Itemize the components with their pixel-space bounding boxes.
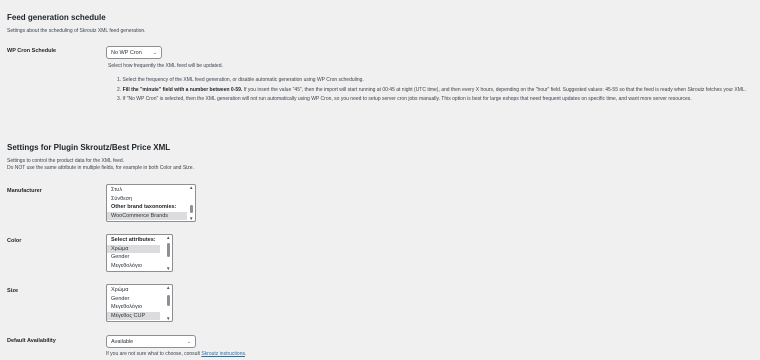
cron-help: Select how frequently the XML feed will … bbox=[108, 63, 223, 69]
cron-select[interactable]: No WP Cron ⌄ bbox=[106, 46, 162, 59]
schedule-intro: Settings about the scheduling of Skroutz… bbox=[7, 28, 146, 34]
availability-help-text: If you are not sure what to choose, cons… bbox=[106, 351, 202, 357]
scroll-down-icon[interactable]: ▼ bbox=[166, 316, 170, 321]
scroll-thumb[interactable] bbox=[190, 205, 193, 213]
availability-help: If you are not sure what to choose, cons… bbox=[106, 351, 246, 358]
cron-steps: 1. Select the frequency of the XML feed … bbox=[117, 77, 757, 103]
size-option-selected[interactable]: Μέγεθος CUP bbox=[107, 311, 160, 320]
skroutz-instructions-link[interactable]: Skroutz instructions bbox=[201, 351, 245, 357]
step-2-number: 2. bbox=[117, 86, 122, 93]
color-option[interactable]: Μεγεθολόγιο bbox=[107, 262, 172, 271]
step-3: 3. If "No WP Cron" is selected, then the… bbox=[117, 96, 692, 102]
color-scrollbar[interactable]: ▲ ▼ bbox=[165, 235, 172, 271]
size-option[interactable]: Μεγεθολόγιο bbox=[107, 303, 172, 312]
size-listbox[interactable]: Χρώμα Gender Μεγεθολόγιο Μέγεθος CUP ▲ ▼ bbox=[106, 284, 173, 322]
step-2-text: If you insert the value "45", then the i… bbox=[242, 86, 747, 93]
scroll-up-icon[interactable]: ▲ bbox=[166, 285, 170, 290]
scroll-up-icon[interactable]: ▲ bbox=[166, 235, 170, 240]
plugin-heading: Settings for Plugin Skroutz/Best Price X… bbox=[7, 143, 171, 152]
scroll-thumb[interactable] bbox=[167, 295, 170, 306]
color-label: Color bbox=[7, 238, 22, 244]
scroll-down-icon[interactable]: ▼ bbox=[189, 216, 193, 221]
size-scrollbar[interactable]: ▲ ▼ bbox=[165, 285, 172, 321]
chevron-down-icon: ⌄ bbox=[152, 49, 157, 56]
schedule-heading: Feed generation schedule bbox=[7, 13, 106, 22]
cron-select-value: No WP Cron bbox=[111, 49, 142, 56]
color-option-selected[interactable]: Χρώμα bbox=[107, 244, 160, 253]
step-1: 1. Select the frequency of the XML feed … bbox=[117, 77, 364, 83]
settings-page: { "schedule": { "heading": "Feed generat… bbox=[0, 0, 760, 360]
size-option[interactable]: Gender bbox=[107, 295, 172, 304]
availability-select[interactable]: Available ⌄ bbox=[106, 335, 196, 348]
manufacturer-listbox[interactable]: Στυλ Σύνθεση Other brand taxonomies: Woo… bbox=[106, 184, 196, 222]
cron-label: WP Cron Schedule bbox=[7, 48, 57, 54]
scroll-down-icon[interactable]: ▼ bbox=[166, 266, 170, 271]
color-option[interactable]: Gender bbox=[107, 253, 172, 262]
chevron-down-icon: ⌄ bbox=[186, 338, 191, 345]
availability-help-suffix: . bbox=[244, 351, 247, 357]
plugin-intro-2: Do NOT use the same attribute in multipl… bbox=[7, 165, 194, 171]
manufacturer-option[interactable]: Στυλ bbox=[107, 186, 195, 195]
plugin-intro-1: Settings to control the product data for… bbox=[7, 158, 125, 164]
step-2-bold: Fill the "minute" field with a number be… bbox=[122, 86, 243, 93]
manufacturer-option-selected[interactable]: WooCommerce Brands bbox=[107, 211, 187, 220]
scroll-up-icon[interactable]: ▲ bbox=[189, 185, 193, 190]
manufacturer-option[interactable]: Σύνθεση bbox=[107, 195, 195, 204]
manufacturer-optgroup: Other brand taxonomies: bbox=[111, 204, 177, 210]
step-2: 2. Fill the "minute" field with a number… bbox=[117, 87, 757, 94]
scroll-thumb[interactable] bbox=[167, 243, 170, 257]
color-optgroup: Select attributes: bbox=[111, 237, 156, 243]
availability-select-value: Available bbox=[111, 338, 134, 345]
manufacturer-scrollbar[interactable]: ▲ ▼ bbox=[188, 185, 195, 221]
availability-label: Default Availability bbox=[7, 338, 56, 344]
manufacturer-label: Manufacturer bbox=[7, 188, 42, 194]
color-listbox[interactable]: Select attributes: Χρώμα Gender Μεγεθολό… bbox=[106, 234, 173, 272]
size-option[interactable]: Χρώμα bbox=[107, 286, 172, 295]
size-label: Size bbox=[7, 288, 19, 294]
